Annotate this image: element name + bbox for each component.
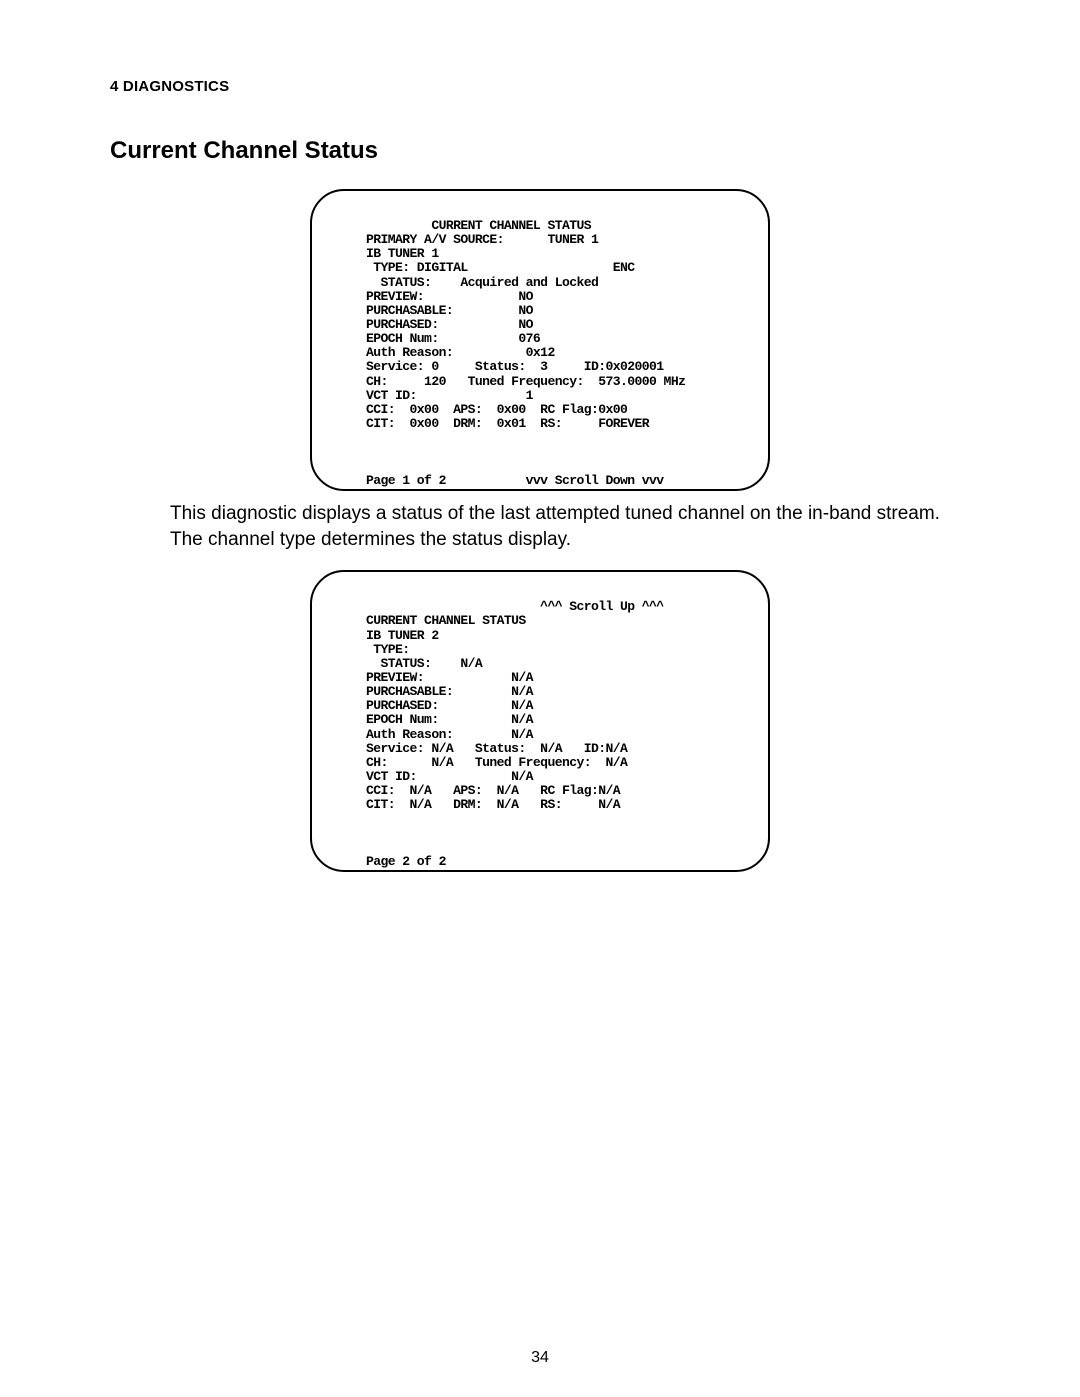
s2-footer: Page 2 of 2 <box>366 854 446 869</box>
s1-l11: Service: 0 Status: 3 ID:0x020001 <box>366 359 664 374</box>
s2-l11: CH: N/A Tuned Frequency: N/A <box>366 755 627 770</box>
tv-screen-2: ^^^ Scroll Up ^^^ CURRENT CHANNEL STATUS… <box>310 570 770 872</box>
s1-l2: PRIMARY A/V SOURCE: TUNER 1 <box>366 232 598 247</box>
body-paragraph: This diagnostic displays a status of the… <box>170 501 950 552</box>
s1-l3: IB TUNER 1 <box>366 246 439 261</box>
s1-l6: PREVIEW: NO <box>366 289 533 304</box>
s2-l12: VCT ID: N/A <box>366 769 533 784</box>
s2-l9: Auth Reason: N/A <box>366 727 533 742</box>
s1-l10: Auth Reason: 0x12 <box>366 345 555 360</box>
page-title: Current Channel Status <box>110 137 970 165</box>
s2-l2: IB TUNER 2 <box>366 628 439 643</box>
s2-l8: EPOCH Num: N/A <box>366 712 533 727</box>
s2-l5: PREVIEW: N/A <box>366 670 533 685</box>
screen-2-content: ^^^ Scroll Up ^^^ CURRENT CHANNEL STATUS… <box>366 600 742 869</box>
page-number: 34 <box>0 1349 1080 1367</box>
s2-title: CURRENT CHANNEL STATUS <box>366 613 526 628</box>
s1-l7: PURCHASABLE: NO <box>366 303 533 318</box>
s1-l15: CIT: 0x00 DRM: 0x01 RS: FOREVER <box>366 416 649 431</box>
s1-l9: EPOCH Num: 076 <box>366 331 540 346</box>
screen-2-wrap: ^^^ Scroll Up ^^^ CURRENT CHANNEL STATUS… <box>110 570 970 872</box>
screen-1-content: CURRENT CHANNEL STATUS PRIMARY A/V SOURC… <box>366 219 742 488</box>
s1-l13: VCT ID: 1 <box>366 388 533 403</box>
s2-scrollup: ^^^ Scroll Up ^^^ <box>366 599 664 614</box>
document-page: 4 DIAGNOSTICS Current Channel Status CUR… <box>0 0 1080 1397</box>
s2-l6: PURCHASABLE: N/A <box>366 684 533 699</box>
s1-l5: STATUS: Acquired and Locked <box>366 275 598 290</box>
s2-l14: CIT: N/A DRM: N/A RS: N/A <box>366 797 620 812</box>
s2-l4: STATUS: N/A <box>366 656 482 671</box>
s1-title: CURRENT CHANNEL STATUS <box>366 218 591 233</box>
s1-l12: CH: 120 Tuned Frequency: 573.0000 MHz <box>366 374 685 389</box>
tv-screen-1: CURRENT CHANNEL STATUS PRIMARY A/V SOURC… <box>310 189 770 491</box>
s1-l14: CCI: 0x00 APS: 0x00 RC Flag:0x00 <box>366 402 627 417</box>
s2-l7: PURCHASED: N/A <box>366 698 533 713</box>
s1-l8: PURCHASED: NO <box>366 317 533 332</box>
s2-l13: CCI: N/A APS: N/A RC Flag:N/A <box>366 783 620 798</box>
s1-footer: Page 1 of 2 vvv Scroll Down vvv <box>366 473 664 488</box>
section-header: 4 DIAGNOSTICS <box>110 78 970 95</box>
s2-l3: TYPE: <box>366 642 410 657</box>
s1-l4: TYPE: DIGITAL ENC <box>366 260 635 275</box>
screen-1-wrap: CURRENT CHANNEL STATUS PRIMARY A/V SOURC… <box>110 189 970 491</box>
s2-l10: Service: N/A Status: N/A ID:N/A <box>366 741 627 756</box>
